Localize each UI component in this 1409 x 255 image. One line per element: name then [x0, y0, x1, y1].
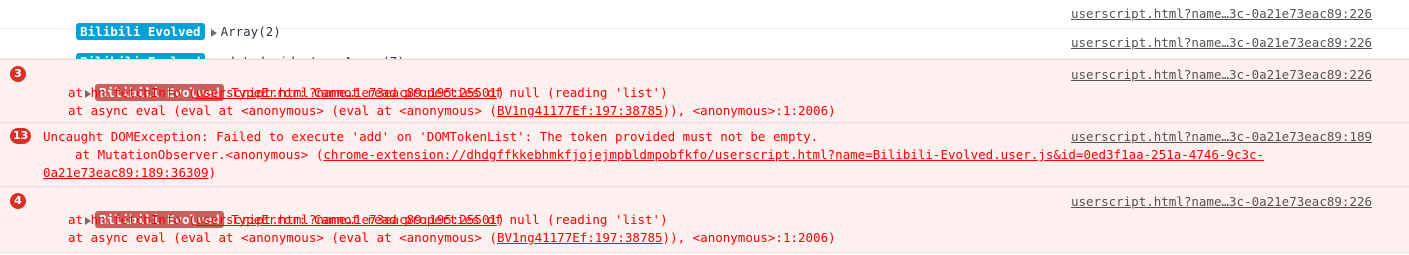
console-error-row: 4 Bilibili Evolved TypeError: Cannot rea… [0, 187, 1409, 253]
source-link[interactable]: userscript.html?name…3c-0a21e73eac89:226 [1071, 5, 1372, 23]
stack-frame-link[interactable]: userscript.html?name…1e73eac89:195:25501 [196, 85, 497, 100]
stack-frame-link[interactable]: 0a21e73eac89:189:36309 [43, 165, 209, 180]
console-error-row: 3 Bilibili Evolved TypeError: Cannot rea… [0, 59, 1409, 123]
console-error-row: 13 Uncaught DOMException: Failed to exec… [0, 123, 1409, 187]
stack-frame: at async eval (eval at <anonymous> (eval… [68, 230, 836, 245]
console-panel: Bilibili Evolved Array(2) userscript.html… [0, 0, 1409, 255]
stack-frame-link[interactable]: chrome-extension://dhdgffkkebhmkfjojejmp… [323, 147, 1264, 162]
source-link[interactable]: userscript.html?name…3c-0a21e73eac89:189 [1071, 128, 1372, 146]
stack-frame-link[interactable]: BV1ng41177Ef:197:38785 [497, 103, 663, 118]
stack-frame: at async eval (eval at <anonymous> (eval… [68, 103, 836, 118]
stack-frame: at hn.fetchInfo (userscript.html?name…1e… [68, 212, 505, 227]
stack-frame: 0a21e73eac89:189:36309) [43, 165, 217, 180]
source-link[interactable]: userscript.html?name…3c-0a21e73eac89:226 [1071, 34, 1372, 52]
stack-frame-link[interactable]: userscript.html?name…1e73eac89:195:25501 [196, 212, 497, 227]
source-link[interactable]: userscript.html?name…3c-0a21e73eac89:226 [1071, 193, 1372, 211]
console-message-row: Bilibili Evolved Array(2) userscript.html… [0, 0, 1409, 40]
source-link[interactable]: userscript.html?name…3c-0a21e73eac89:226 [1071, 66, 1372, 84]
stack-frame: at hn.fetchInfo (userscript.html?name…1e… [68, 85, 505, 100]
stack-frame-link[interactable]: BV1ng41177Ef:197:38785 [497, 230, 663, 245]
stack-frame: at MutationObserver.<anonymous> (chrome-… [75, 147, 1265, 162]
console-message-row: Bilibili Evolved updated widgets Array(7… [0, 29, 1409, 70]
